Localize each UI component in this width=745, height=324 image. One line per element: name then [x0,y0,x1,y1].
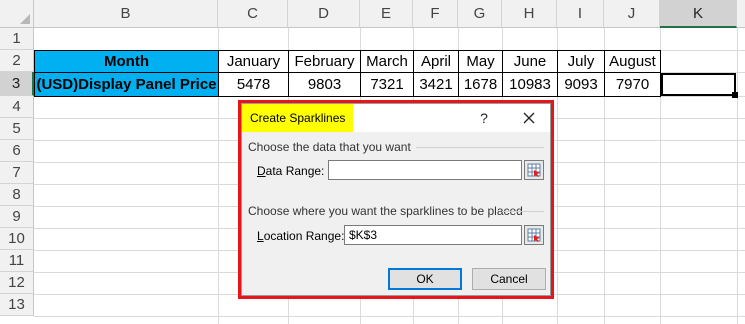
column-header-c[interactable]: C [218,0,288,28]
cell-b2-month[interactable]: Month [34,50,219,73]
cell-e2[interactable]: March [360,50,414,73]
row-header-2[interactable]: 2 [0,50,34,72]
data-range-collapse-button[interactable] [524,160,544,180]
row-header-6[interactable]: 6 [0,140,34,162]
create-sparklines-dialog: Create Sparklines ? Choose the data that… [241,103,551,296]
cell-h2[interactable]: June [502,50,558,73]
collapse-dialog-icon [527,228,541,242]
row-header-3[interactable]: 3 [0,72,34,96]
column-header-k[interactable]: K [660,0,737,28]
dialog-titlebar[interactable]: Create Sparklines ? [242,104,550,132]
fill-handle[interactable] [732,92,738,98]
row-header-11[interactable]: 11 [0,250,34,272]
cell-i3[interactable]: 9093 [557,72,605,97]
row-header-9[interactable]: 9 [0,206,34,228]
location-range-input[interactable] [344,225,522,245]
row-header-5[interactable]: 5 [0,118,34,140]
section-divider [416,147,544,148]
column-header-i[interactable]: I [557,0,604,28]
row-header-1[interactable]: 1 [0,28,34,50]
cell-d3[interactable]: 9803 [288,72,361,97]
cell-j2[interactable]: August [604,50,661,73]
cell-b3-label[interactable]: (USD)Display Panel Price [34,72,219,97]
section-data-heading: Choose the data that you want [248,140,411,154]
column-header-l[interactable] [737,0,745,28]
cell-h3[interactable]: 10983 [502,72,558,97]
location-range-collapse-button[interactable] [524,225,544,245]
cancel-button[interactable]: Cancel [472,268,546,290]
data-range-input[interactable] [328,160,522,180]
column-header-g[interactable]: G [458,0,502,28]
cell-g2[interactable]: May [458,50,503,73]
row-header-4[interactable]: 4 [0,96,34,118]
ok-button[interactable]: OK [388,268,462,290]
row-header-7[interactable]: 7 [0,162,34,184]
column-header-j[interactable]: J [604,0,660,28]
help-button[interactable]: ? [474,104,494,132]
row-header-10[interactable]: 10 [0,228,34,250]
column-header-h[interactable]: H [502,0,557,28]
cell-e3[interactable]: 7321 [360,72,414,97]
cell-c3[interactable]: 5478 [218,72,289,97]
collapse-dialog-icon [527,163,541,177]
cell-d2[interactable]: February [288,50,361,73]
cell-g3[interactable]: 1678 [458,72,503,97]
cell-c2[interactable]: January [218,50,289,73]
close-button[interactable] [518,104,540,132]
column-header-b[interactable]: B [34,0,218,28]
cell-i2[interactable]: July [557,50,605,73]
column-header-d[interactable]: D [288,0,360,28]
gridline [34,316,745,317]
close-icon [523,112,535,124]
cell-j3[interactable]: 7970 [604,72,661,97]
section-location-heading: Choose where you want the sparklines to … [248,204,523,218]
column-header-f[interactable]: F [413,0,458,28]
row-header-13[interactable]: 13 [0,294,34,316]
data-range-label: Data Range: [257,164,325,178]
row-header-12[interactable]: 12 [0,272,34,294]
column-header-e[interactable]: E [360,0,413,28]
cell-f3[interactable]: 3421 [413,72,459,97]
dialog-title: Create Sparklines [242,104,354,132]
row-header-8[interactable]: 8 [0,184,34,206]
active-cell-k3[interactable] [661,73,736,96]
location-range-label: Location Range: [257,229,345,243]
section-divider [502,211,544,212]
select-all-corner[interactable] [0,0,34,28]
cell-f2[interactable]: April [413,50,459,73]
